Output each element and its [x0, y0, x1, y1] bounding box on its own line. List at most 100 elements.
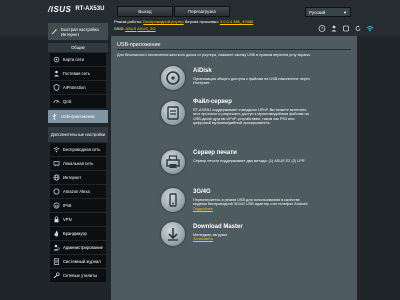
language-value: Русский	[309, 9, 326, 15]
sidebar-item-internet[interactable]: Интернет	[50, 171, 106, 184]
globe-icon	[53, 174, 60, 181]
status-icons: ?	[318, 24, 374, 32]
help-icon[interactable]: ?	[318, 24, 326, 32]
printer-icon[interactable]	[161, 150, 185, 174]
install-link[interactable]: Установить	[193, 237, 313, 241]
page-title: USB-приложение	[117, 42, 161, 48]
app-description: Переключитесь в режим USB для использова…	[193, 198, 313, 211]
alexa-icon	[53, 188, 60, 195]
wireless-icon	[53, 146, 60, 153]
vpn-icon	[53, 216, 60, 223]
usb-icon	[51, 113, 58, 120]
sidebar-item-label: Карта сети	[63, 57, 84, 62]
app-3g-4g[interactable]: 3G/4G Переключитесь в режим USB для испо…	[161, 188, 351, 224]
sidebar-item-wireless[interactable]: Беспроводная сеть	[50, 143, 106, 156]
sidebar-item-label: Amazon Alexa	[63, 189, 90, 194]
main-panel: USB-приложение Для безопасного отключени…	[111, 36, 357, 300]
sidebar-item-quick-setup[interactable]: Быстрая настройка Интернет	[48, 23, 108, 40]
firmware-label: Версия прошивки:	[184, 19, 219, 24]
app-download-master[interactable]: Download Master Менеджер загрузки Устано…	[161, 222, 351, 250]
app-description: Сервер печати поддерживает два метода: (…	[193, 159, 305, 163]
mode-label: Режим работы:	[114, 19, 143, 24]
qos-icon	[53, 98, 60, 105]
sidebar-item-label: Администрирование	[63, 245, 103, 250]
app-description-text: Переключитесь в режим USB для использова…	[193, 198, 309, 207]
sidebar-item-usb-application[interactable]: USB-приложение	[48, 110, 108, 123]
sidebar-item-aiprotection[interactable]: AiProtection	[50, 81, 106, 94]
app-description: Организация общего доступа к файлам на U…	[193, 77, 310, 86]
sidebar-section-advanced: Дополнительные настройки	[48, 127, 108, 142]
app-aidisk[interactable]: AiDisk Организация общего доступа к файл…	[161, 66, 351, 98]
firewall-icon	[53, 230, 60, 237]
ssid-2g-link[interactable]: ASUS	[125, 26, 136, 31]
app-title[interactable]: 3G/4G	[193, 189, 211, 195]
app-print-server[interactable]: Сервер печати Сервер печати поддерживает…	[161, 150, 351, 176]
ipv6-icon	[53, 202, 60, 209]
sidebar-item-system-log[interactable]: Системный журнал	[50, 255, 106, 268]
sidebar-item-administration[interactable]: Администрирование	[50, 241, 106, 254]
router-model: RT-AX53U	[75, 6, 105, 12]
sidebar-item-label: Гостевая сеть	[63, 71, 90, 76]
sidebar-item-ipv6[interactable]: IPv6	[50, 199, 106, 212]
sidebar: Быстрая настройка Интернет Общие Карта с…	[48, 20, 108, 300]
app-more-link[interactable]: Подробнее	[193, 207, 213, 211]
app-title[interactable]: Download Master	[193, 224, 243, 230]
sidebar-item-label: Сетевые утилиты	[63, 273, 98, 278]
sidebar-item-label: Беспроводная сеть	[63, 147, 101, 152]
tools-icon	[53, 272, 60, 279]
sidebar-item-label: Брандмауэр	[63, 231, 87, 236]
svg-text:?: ?	[321, 26, 324, 31]
sidebar-item-network-tools[interactable]: Сетевые утилиты	[50, 269, 106, 282]
sidebar-item-label: Интернет	[63, 175, 82, 180]
sidebar-section-general: Общие	[48, 43, 108, 52]
sidebar-item-label: Быстрая настройка Интернет	[61, 26, 99, 37]
sidebar-item-label: Локальная сеть	[63, 161, 94, 166]
app-file-server[interactable]: Файл-сервер RT-AX53U поддерживает станда…	[161, 99, 351, 149]
file-server-icon[interactable]	[161, 101, 185, 125]
guest-icon	[53, 70, 60, 77]
sidebar-item-qos[interactable]: QoS	[50, 95, 106, 108]
sidebar-item-network-map[interactable]: Карта сети	[50, 53, 106, 66]
network-status-icon[interactable]	[366, 25, 374, 32]
sidebar-item-label: VPN	[63, 217, 72, 222]
mobile-broadband-icon[interactable]	[161, 188, 185, 212]
sidebar-item-label: IPv6	[63, 203, 72, 208]
ssid-5g-link[interactable]: ASUS_5G	[137, 26, 155, 31]
sidebar-item-label: AiProtection	[63, 85, 86, 90]
wand-icon	[51, 28, 58, 35]
admin-icon	[53, 244, 60, 251]
logout-button[interactable]: Выход	[117, 6, 173, 17]
app-title[interactable]: Сервер печати	[193, 150, 237, 156]
people-icon[interactable]	[330, 25, 338, 32]
firmware-link[interactable]: 3.0.0.4.386_49386	[220, 19, 253, 24]
refresh-icon[interactable]	[354, 25, 362, 32]
router-admin-window: /ISUS RT-AX53U Выход Перезагрузка Русски…	[0, 0, 400, 300]
shield-icon	[53, 84, 60, 91]
sidebar-item-vpn[interactable]: VPN	[50, 213, 106, 226]
sidebar-item-lan[interactable]: Локальная сеть	[50, 157, 106, 170]
sidebar-item-amazon-alexa[interactable]: Amazon Alexa	[50, 185, 106, 198]
app-description: Менеджер загрузки Установить	[193, 233, 313, 242]
sidebar-item-label: USB-приложение	[61, 114, 95, 119]
app-title[interactable]: AiDisk	[193, 68, 212, 74]
log-icon	[53, 258, 60, 265]
language-select[interactable]: Русский ▼	[305, 7, 351, 17]
mode-link[interactable]: Беспроводной роутер	[143, 19, 183, 24]
ssid-label: SSID:	[114, 26, 125, 31]
chevron-down-icon: ▼	[343, 9, 347, 15]
sidebar-item-label: QoS	[63, 99, 72, 104]
download-icon[interactable]	[161, 222, 185, 246]
app-icon[interactable]	[342, 25, 350, 32]
status-line-ssid: SSID: ASUS ASUS_5G	[114, 26, 156, 31]
page-description: Для безопасного отключения жесткого диск…	[117, 53, 311, 57]
sidebar-item-firewall[interactable]: Брандмауэр	[50, 227, 106, 240]
brand: /ISUS RT-AX53U	[48, 3, 106, 15]
asus-logo: /ISUS	[48, 4, 72, 14]
reboot-button[interactable]: Перезагрузка	[174, 6, 230, 17]
aidisk-icon[interactable]	[161, 66, 185, 90]
app-title[interactable]: Файл-сервер	[193, 99, 232, 105]
lan-icon	[53, 160, 60, 167]
app-description: RT-AX53U поддерживает стандарты UPnP. Вы…	[193, 108, 309, 126]
map-icon	[53, 56, 60, 63]
sidebar-item-guest-network[interactable]: Гостевая сеть	[50, 67, 106, 80]
